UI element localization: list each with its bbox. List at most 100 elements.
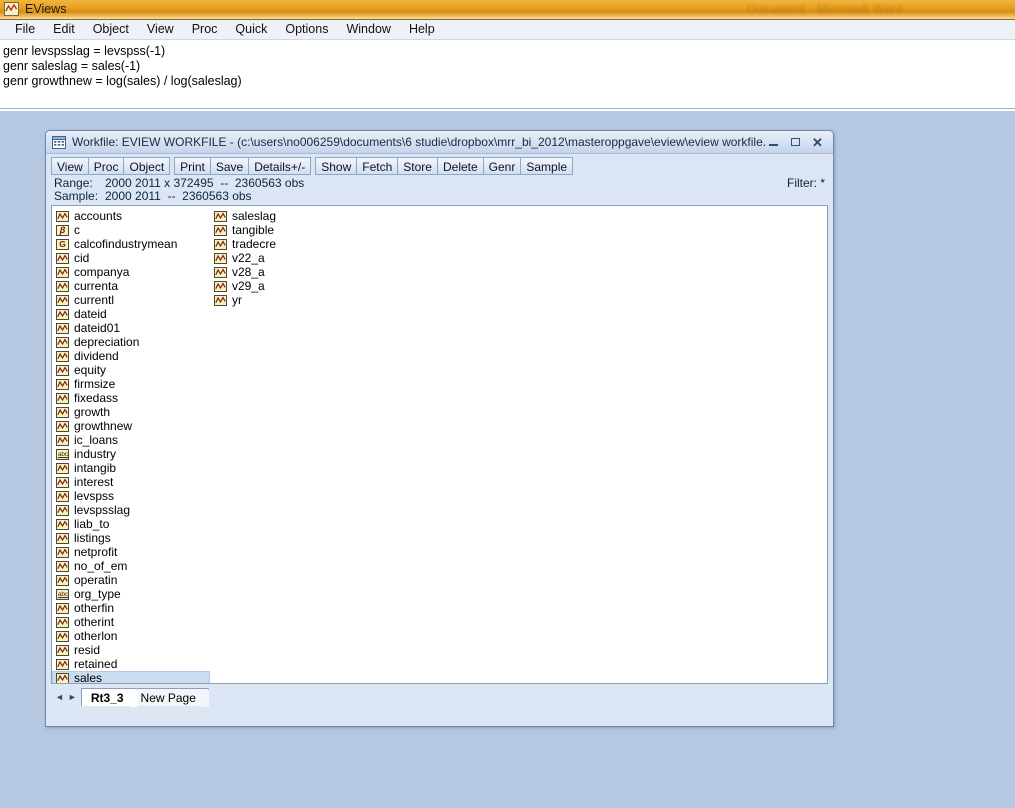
series-icon <box>56 491 69 502</box>
print-button[interactable]: Print <box>174 157 211 175</box>
object-list-item[interactable]: firmsize <box>52 377 210 391</box>
delete-button[interactable]: Delete <box>437 157 484 175</box>
filter-label: Filter: * <box>787 176 825 190</box>
series-icon <box>56 547 69 558</box>
object-list-item[interactable]: fixedass <box>52 391 210 405</box>
object-list-item[interactable]: dateid01 <box>52 321 210 335</box>
series-icon <box>56 617 69 628</box>
object-list-item[interactable]: ic_loans <box>52 433 210 447</box>
object-list-item[interactable]: v28_a <box>210 265 368 279</box>
object-list-item[interactable]: listings <box>52 531 210 545</box>
object-name: listings <box>74 532 111 545</box>
range-row: Range: 2000 2011 x 372495 -- 2360563 obs <box>54 176 825 189</box>
eviews-chart-icon <box>4 2 19 16</box>
show-button[interactable]: Show <box>315 157 357 175</box>
series-icon <box>56 533 69 544</box>
object-name: no_of_em <box>74 560 127 573</box>
minimize-icon[interactable] <box>767 136 780 149</box>
object-list-item[interactable]: intangib <box>52 461 210 475</box>
menu-item-object[interactable]: Object <box>84 20 138 39</box>
menu-item-edit[interactable]: Edit <box>44 20 84 39</box>
tab-prev-arrow[interactable]: ◄ <box>53 691 66 703</box>
object-list-item[interactable]: otherfin <box>52 601 210 615</box>
series-icon <box>56 267 69 278</box>
object-list-item[interactable]: levspss <box>52 489 210 503</box>
page-tab-rt3-3[interactable]: Rt3_3 <box>81 688 137 706</box>
object-button[interactable]: Object <box>123 157 170 175</box>
object-list-item[interactable]: growth <box>52 405 210 419</box>
object-name: tradecre <box>232 238 276 251</box>
menu-item-proc[interactable]: Proc <box>183 20 227 39</box>
menu-item-file[interactable]: File <box>6 20 44 39</box>
page-tab-new-page[interactable]: New Page <box>131 688 209 706</box>
object-name: industry <box>74 448 116 461</box>
object-list-item[interactable]: otherint <box>52 615 210 629</box>
object-list-item[interactable]: levspsslag <box>52 503 210 517</box>
series-icon <box>56 659 69 670</box>
object-list-item[interactable]: cid <box>52 251 210 265</box>
sample-row: Sample: 2000 2011 -- 2360563 obs <box>54 189 825 202</box>
workfile-title-bar[interactable]: Workfile: EVIEW WORKFILE - (c:\users\no0… <box>46 131 833 154</box>
menu-item-options[interactable]: Options <box>276 20 337 39</box>
menu-item-view[interactable]: View <box>138 20 183 39</box>
fetch-button[interactable]: Fetch <box>356 157 398 175</box>
object-list-item[interactable]: yr <box>210 293 368 307</box>
object-name: currenta <box>74 280 118 293</box>
object-list-item[interactable]: βc <box>52 223 210 237</box>
object-list-item[interactable]: tradecre <box>210 237 368 251</box>
store-button[interactable]: Store <box>397 157 438 175</box>
object-list-item[interactable]: depreciation <box>52 335 210 349</box>
object-list-item[interactable]: v29_a <box>210 279 368 293</box>
menu-item-window[interactable]: Window <box>337 20 399 39</box>
object-list-item[interactable]: currenta <box>52 279 210 293</box>
series-icon <box>56 575 69 586</box>
object-list-item[interactable]: no_of_em <box>52 559 210 573</box>
series-icon <box>214 239 227 250</box>
object-list-item[interactable]: Gcalcofindustrymean <box>52 237 210 251</box>
object-list-item[interactable]: currentl <box>52 293 210 307</box>
object-list-item[interactable]: netprofit <box>52 545 210 559</box>
object-list-item[interactable]: resid <box>52 643 210 657</box>
object-list-item[interactable]: liab_to <box>52 517 210 531</box>
save-button[interactable]: Save <box>210 157 249 175</box>
object-name: org_type <box>74 588 121 601</box>
menu-item-help[interactable]: Help <box>400 20 444 39</box>
object-list-item[interactable]: tangible <box>210 223 368 237</box>
object-list-pane[interactable]: accountsβcGcalcofindustrymeancidcompanya… <box>51 205 828 684</box>
alpha-series-icon: abc <box>56 449 69 460</box>
object-list-item[interactable]: equity <box>52 363 210 377</box>
object-list-item[interactable]: dateid <box>52 307 210 321</box>
series-icon <box>56 505 69 516</box>
object-list-item[interactable]: otherlon <box>52 629 210 643</box>
maximize-icon[interactable] <box>789 136 802 149</box>
object-name: v22_a <box>232 252 265 265</box>
object-list-item[interactable]: operatin <box>52 573 210 587</box>
object-list-item[interactable]: growthnew <box>52 419 210 433</box>
object-list-item[interactable]: interest <box>52 475 210 489</box>
close-icon[interactable]: ✕ <box>811 136 824 149</box>
object-name: firmsize <box>74 378 115 391</box>
object-list-item[interactable]: retained <box>52 657 210 671</box>
sample-button[interactable]: Sample <box>520 157 573 175</box>
series-icon <box>56 379 69 390</box>
object-list-item[interactable]: companya <box>52 265 210 279</box>
object-name: calcofindustrymean <box>74 238 177 251</box>
proc-button[interactable]: Proc <box>88 157 125 175</box>
tab-next-arrow[interactable]: ► <box>66 691 79 703</box>
menu-item-quick[interactable]: Quick <box>226 20 276 39</box>
object-list-item[interactable]: dividend <box>52 349 210 363</box>
object-name: tangible <box>232 224 274 237</box>
object-list-item[interactable]: abc industry <box>52 447 210 461</box>
object-list-item[interactable]: abcorg_type <box>52 587 210 601</box>
object-list-item[interactable]: accounts <box>52 209 210 223</box>
object-list-item[interactable]: v22_a <box>210 251 368 265</box>
genr-button[interactable]: Genr <box>483 157 522 175</box>
details-toggle-button[interactable]: Details+/- <box>248 157 311 175</box>
object-name: companya <box>74 266 129 279</box>
object-list-item[interactable]: sales <box>52 671 210 684</box>
series-icon <box>56 631 69 642</box>
object-list-item[interactable]: saleslag <box>210 209 368 223</box>
view-button[interactable]: View <box>51 157 89 175</box>
command-input-pane[interactable]: genr levspsslag = levspss(-1) genr sales… <box>0 41 1015 109</box>
object-name: dateid01 <box>74 322 120 335</box>
